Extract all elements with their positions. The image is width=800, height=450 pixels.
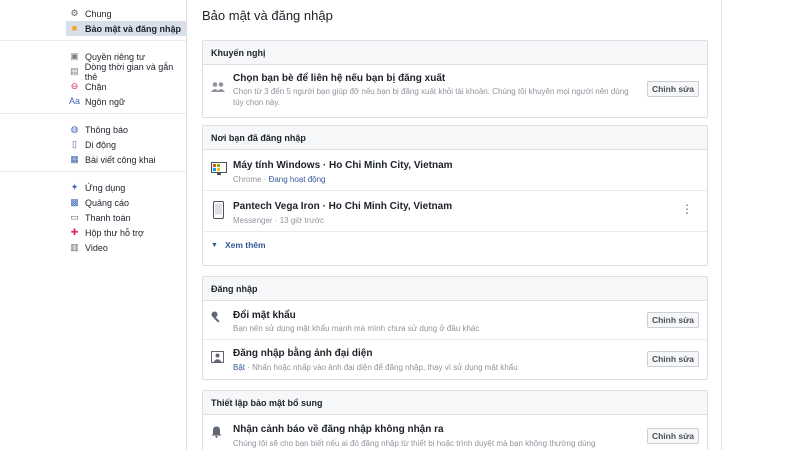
card-header: Đăng nhập xyxy=(203,277,707,301)
row-subtitle: Chúng tôi sẽ cho bạn biết nếu ai đó đăng… xyxy=(233,439,596,448)
session-app: Messenger xyxy=(233,216,273,225)
row-subtitle: Bật · Nhấn hoặc nhấp vào ảnh đại diện để… xyxy=(233,362,518,373)
sidebar-item-label: Chung xyxy=(85,8,112,19)
gear-icon: ⚙ xyxy=(70,8,79,18)
sidebar-item-label: Chặn xyxy=(85,81,107,92)
session-status: 13 giờ trước xyxy=(279,216,324,225)
row-title: Đăng nhập bằng ảnh đại diện xyxy=(233,348,373,359)
profile-login-description: · Nhấn hoặc nhấp vào ảnh đại diện để đăn… xyxy=(245,363,518,372)
profile-login-row[interactable]: Đăng nhập bằng ảnh đại diện Bật · Nhấn h… xyxy=(203,340,707,380)
session-app: Chrome xyxy=(233,175,262,184)
sidebar-item-label: Ứng dụng xyxy=(85,182,126,193)
shield-icon: ■ xyxy=(71,23,78,33)
recommended-card: Khuyến nghị Chọn bạn bè để liên hệ nếu b… xyxy=(202,40,708,118)
right-gutter xyxy=(722,0,800,450)
sidebar-item[interactable]: ■ Bảo mật và đăng nhập xyxy=(66,21,186,36)
page-title: Bảo mật và đăng nhập xyxy=(202,8,333,23)
login-alerts-row[interactable]: Nhận cảnh báo về đăng nhập không nhận ra… xyxy=(203,415,707,450)
trusted-contacts-row[interactable]: Chọn bạn bè để liên hệ nếu bạn bị đăng x… xyxy=(203,65,707,117)
language-icon: Aa xyxy=(69,96,81,106)
main-content: Bảo mật và đăng nhập Khuyến nghị Chọn bạ… xyxy=(186,0,722,450)
lock-icon: ▣ xyxy=(70,51,79,61)
separator: · xyxy=(272,216,280,225)
sidebar-item-label: Bài viết công khai xyxy=(85,154,156,165)
bell-icon xyxy=(211,426,222,441)
sidebar-item-label: Bảo mật và đăng nhập xyxy=(85,23,182,34)
sidebar-item[interactable]: ⚙ Chung xyxy=(66,6,186,21)
row-title: Chọn bạn bè để liên hệ nếu bạn bị đăng x… xyxy=(233,73,446,84)
sidebar-item[interactable]: ▩ Quảng cáo xyxy=(66,195,186,210)
session-status: Đang hoạt động xyxy=(268,175,326,184)
apps-icon: ✦ xyxy=(70,182,79,192)
sidebar-item-label: Di động xyxy=(85,139,117,150)
card-header: Nơi bạn đã đăng nhập xyxy=(203,126,707,150)
sidebar-item-label: Ngôn ngữ xyxy=(85,96,126,107)
globe-icon: ◍ xyxy=(70,124,79,134)
sidebar-group: ◍ Thông báo ▯ Di động ▦ Bài viết công khai xyxy=(0,120,186,172)
timeline-icon: ▤ xyxy=(70,66,79,76)
sidebar-item[interactable]: ✚ Hộp thư hỗ trợ xyxy=(66,225,186,240)
sidebar-item-label: Quyền riêng tư xyxy=(85,51,146,62)
desktop-icon xyxy=(211,162,227,179)
sidebar-item-label: Dòng thời gian và gắn thẻ xyxy=(84,61,174,82)
sidebar-item[interactable]: ▤ Dòng thời gian và gắn thẻ xyxy=(66,61,186,82)
sidebar-item-label: Video xyxy=(85,242,108,253)
key-icon xyxy=(211,311,223,326)
session-row[interactable]: Pantech Vega Iron · Ho Chi Minh City, Vi… xyxy=(203,191,707,232)
row-title: Nhận cảnh báo về đăng nhập không nhận ra xyxy=(233,424,444,435)
edit-password-button[interactable]: Chỉnh sửa xyxy=(647,312,699,328)
sidebar-group: ✦ Ứng dụng ▩ Quảng cáo ▭ Thanh toán ✚ Hộp thư h… xyxy=(0,178,186,259)
settings-sidebar: ⚙ Chung ■ Bảo mật và đăng nhập ▣ Quyền riêng … xyxy=(0,0,186,450)
edit-trusted-contacts-button[interactable]: Chỉnh sửa xyxy=(647,81,699,97)
edit-profile-login-button[interactable]: Chỉnh sửa xyxy=(647,351,699,367)
session-meta: Messenger · 13 giờ trước xyxy=(233,215,324,226)
profile-login-status: Bật xyxy=(233,363,246,372)
more-options-icon[interactable]: ⋮ xyxy=(681,203,693,215)
sidebar-item[interactable]: Aa Ngôn ngữ xyxy=(66,94,186,109)
separator: · xyxy=(261,175,269,184)
see-more-row: ▼ Xem thêm xyxy=(203,232,707,264)
sidebar-item[interactable]: ▥ Video xyxy=(66,240,186,255)
card-header: Thiết lập bảo mật bổ sung xyxy=(203,391,707,415)
card-header: Khuyến nghị xyxy=(203,41,707,65)
caret-down-icon: ▼ xyxy=(211,241,218,249)
see-more-link[interactable]: ▼ Xem thêm xyxy=(211,240,266,250)
session-device: Máy tính Windows · Ho Chi Minh City, Vie… xyxy=(233,160,453,171)
login-card: Đăng nhập Đổi mật khẩu Bạn nên sử dụng m… xyxy=(202,276,708,380)
where-logged-in-card: Nơi bạn đã đăng nhập Máy tính Windows · … xyxy=(202,125,708,266)
block-icon: ⊖ xyxy=(70,81,79,91)
row-subtitle: Bạn nên sử dụng mật khẩu mạnh mà mình ch… xyxy=(233,324,480,333)
sidebar-item[interactable]: ✦ Ứng dụng xyxy=(66,180,186,195)
sidebar-item[interactable]: ▯ Di động xyxy=(66,137,186,152)
ads-icon: ▩ xyxy=(70,197,79,207)
sidebar-item-label: Quảng cáo xyxy=(85,197,130,208)
change-password-row[interactable]: Đổi mật khẩu Bạn nên sử dụng mật khẩu mạ… xyxy=(203,301,707,340)
sidebar-group: ▣ Quyền riêng tư ▤ Dòng thời gian và gắn th… xyxy=(0,47,186,114)
payment-icon: ▭ xyxy=(70,212,79,222)
sidebar-group: ⚙ Chung ■ Bảo mật và đăng nhập xyxy=(0,4,186,41)
sidebar-item-label: Thông báo xyxy=(85,124,129,135)
session-device: Pantech Vega Iron · Ho Chi Minh City, Vi… xyxy=(233,201,453,212)
friends-icon xyxy=(211,81,225,96)
support-icon: ✚ xyxy=(70,227,79,237)
mobile-icon: ▯ xyxy=(72,139,77,149)
video-icon: ▥ xyxy=(70,242,79,252)
see-more-label: Xem thêm xyxy=(224,240,266,250)
profile-picture-icon xyxy=(211,351,224,366)
session-meta: Chrome · Đang hoạt động xyxy=(233,174,326,185)
sidebar-item[interactable]: ▦ Bài viết công khai xyxy=(66,152,186,167)
extra-security-card: Thiết lập bảo mật bổ sung Nhận cảnh báo … xyxy=(202,390,708,450)
row-subtitle: Chọn từ 3 đến 5 người bạn giúp đỡ nếu bạ… xyxy=(233,87,629,107)
rss-icon: ▦ xyxy=(70,154,79,164)
sidebar-item[interactable]: ◍ Thông báo xyxy=(66,122,186,137)
phone-icon xyxy=(213,201,224,222)
sidebar-item-label: Hộp thư hỗ trợ xyxy=(85,227,144,238)
row-title: Đổi mật khẩu xyxy=(233,310,296,321)
sidebar-item-label: Thanh toán xyxy=(85,212,131,223)
sidebar-item[interactable]: ▭ Thanh toán xyxy=(66,210,186,225)
session-row[interactable]: Máy tính Windows · Ho Chi Minh City, Vie… xyxy=(203,150,707,191)
edit-login-alerts-button[interactable]: Chỉnh sửa xyxy=(647,428,699,444)
